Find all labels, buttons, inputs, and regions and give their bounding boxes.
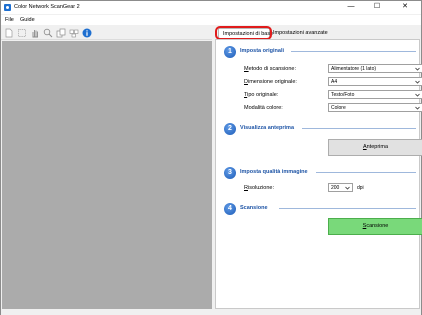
hand-icon[interactable] xyxy=(30,28,40,38)
section-preview: 2 Visualizza anteprima Anteprima xyxy=(224,123,422,163)
menu-guide[interactable]: Guide xyxy=(20,17,35,23)
new-page-icon[interactable] xyxy=(4,28,14,38)
step-3-icon: 3 xyxy=(224,167,236,179)
settings-panel: 1 Imposta originali Metodo di scansione:… xyxy=(215,39,422,309)
copy-icon[interactable] xyxy=(56,28,66,38)
highlight-annotation xyxy=(215,26,272,40)
tab-advanced-settings[interactable]: Impostazioni avanzate xyxy=(271,28,328,39)
splitter[interactable] xyxy=(212,26,214,310)
section-divider xyxy=(316,172,416,173)
window-title: Color Network ScanGear 2 xyxy=(14,4,80,10)
original-size-select[interactable]: A4 xyxy=(328,77,422,86)
scan-method-label: Metodo di scansione: xyxy=(244,66,296,72)
menu-bar: File Guide xyxy=(1,15,421,25)
resolution-label: Risoluzione: xyxy=(244,185,274,191)
toolbar xyxy=(1,26,213,40)
section-divider xyxy=(302,128,416,129)
section-title-quality: Imposta qualità immagine xyxy=(240,169,308,175)
scan-button[interactable]: Scansione xyxy=(328,218,422,235)
step-1-icon: 1 xyxy=(224,46,236,58)
resolution-value: 200 xyxy=(331,185,340,191)
section-title-scan: Scansione xyxy=(240,205,268,211)
original-type-select[interactable]: Testo/Foto xyxy=(328,90,422,99)
chevron-down-icon xyxy=(415,93,420,97)
minimize-button[interactable]: — xyxy=(341,1,361,14)
original-size-value: A4 xyxy=(331,79,338,85)
chevron-down-icon xyxy=(415,67,420,71)
title-bar: Color Network ScanGear 2 — ☐ ✕ xyxy=(1,1,421,14)
step-2-icon: 2 xyxy=(224,123,236,135)
section-divider xyxy=(291,51,416,52)
scan-method-select[interactable]: Alimentatore (1 lato) xyxy=(328,64,422,73)
scan-method-value: Alimentatore (1 lato) xyxy=(331,66,377,72)
tab-strip: Impostazioni di base Impostazioni avanza… xyxy=(214,26,421,40)
section-image-quality: 3 Imposta qualità immagine Risoluzione: … xyxy=(224,167,416,199)
resolution-unit: dpi xyxy=(357,185,364,191)
preview-button[interactable]: Anteprima xyxy=(328,139,422,156)
select-icon[interactable] xyxy=(17,28,27,38)
section-originals: 1 Imposta originali Metodo di scansione:… xyxy=(224,46,422,116)
scangear-window: Color Network ScanGear 2 — ☐ ✕ File Guid… xyxy=(0,0,422,315)
info-icon[interactable] xyxy=(82,28,92,38)
resolution-select[interactable]: 200 xyxy=(328,183,353,192)
menu-file[interactable]: File xyxy=(5,17,14,23)
color-mode-value: Colore xyxy=(331,105,346,111)
original-type-label: Tipo originale: xyxy=(244,92,279,98)
color-mode-label: Modalità colore: xyxy=(244,105,283,111)
section-title-preview: Visualizza anteprima xyxy=(240,125,295,131)
chevron-down-icon xyxy=(345,186,350,190)
app-icon xyxy=(4,4,11,11)
zoom-icon[interactable] xyxy=(43,28,53,38)
color-mode-select[interactable]: Colore xyxy=(328,103,422,112)
close-button[interactable]: ✕ xyxy=(395,1,415,14)
original-size-label: Dimensione originale: xyxy=(244,79,297,85)
status-bar xyxy=(1,310,421,315)
original-type-value: Testo/Foto xyxy=(331,92,355,98)
preview-area[interactable] xyxy=(2,41,212,309)
section-title-originals: Imposta originali xyxy=(240,48,285,54)
section-divider xyxy=(279,208,416,209)
multi-page-icon[interactable] xyxy=(69,28,79,38)
maximize-button[interactable]: ☐ xyxy=(367,1,387,14)
step-4-icon: 4 xyxy=(224,203,236,215)
section-scan: 4 Scansione Scansione xyxy=(224,203,422,243)
chevron-down-icon xyxy=(415,80,420,84)
chevron-down-icon xyxy=(415,106,420,110)
